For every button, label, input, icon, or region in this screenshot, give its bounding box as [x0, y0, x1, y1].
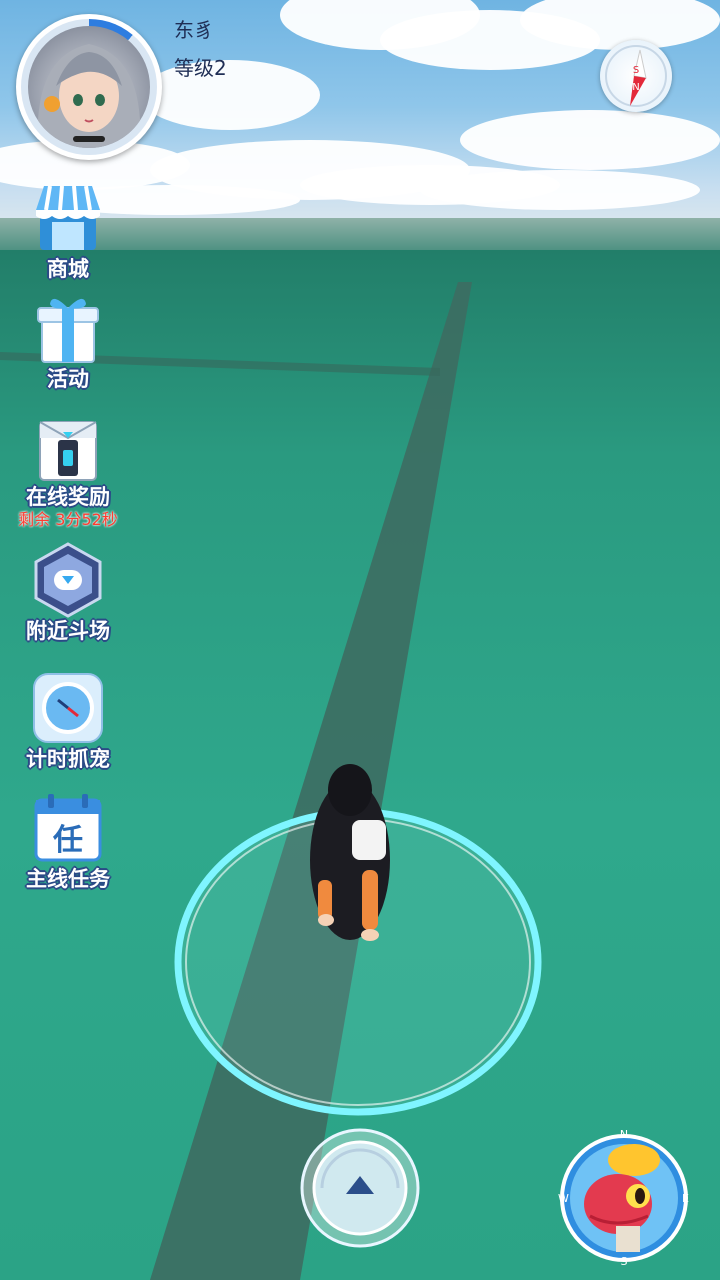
menu-events[interactable]: 活动 [6, 290, 130, 392]
quest-calendar-icon: 任 [30, 790, 106, 866]
player-name: 东豸 [174, 18, 214, 42]
svg-text:E: E [682, 1192, 689, 1205]
menu-nearby-arena[interactable]: 附近斗场 [6, 542, 130, 644]
avatar-character-icon [37, 44, 141, 148]
online-reward-timer: 剩余 3分52秒 [18, 510, 118, 529]
shop-icon [30, 180, 106, 256]
player-avatar[interactable] [16, 14, 162, 160]
svg-text:N: N [632, 82, 639, 93]
compass-button[interactable]: S N [600, 40, 672, 112]
svg-text:N: N [620, 1130, 628, 1141]
svg-text:W: W [558, 1192, 569, 1205]
player-level: 等级2 [174, 56, 227, 80]
menu-shop[interactable]: 商城 [6, 180, 130, 282]
move-forward-button[interactable] [300, 1128, 420, 1248]
compass-needle-icon: S N [605, 45, 667, 107]
menu-main-quest[interactable]: 任 主线任务 [6, 790, 130, 892]
menu-online-reward[interactable]: 在线奖励 剩余 3分52秒 [6, 408, 130, 530]
timer-icon [30, 670, 106, 746]
gift-icon [30, 290, 106, 366]
svg-text:任: 任 [52, 823, 83, 858]
svg-text:S: S [621, 1255, 628, 1266]
menu-timed-catch[interactable]: 计时抓宠 [6, 670, 130, 772]
pet-compass-button[interactable]: N S W E [556, 1128, 692, 1268]
reward-box-icon [30, 408, 106, 484]
avatar-portrait [28, 26, 150, 148]
svg-text:S: S [633, 65, 639, 76]
arena-icon [30, 542, 106, 618]
